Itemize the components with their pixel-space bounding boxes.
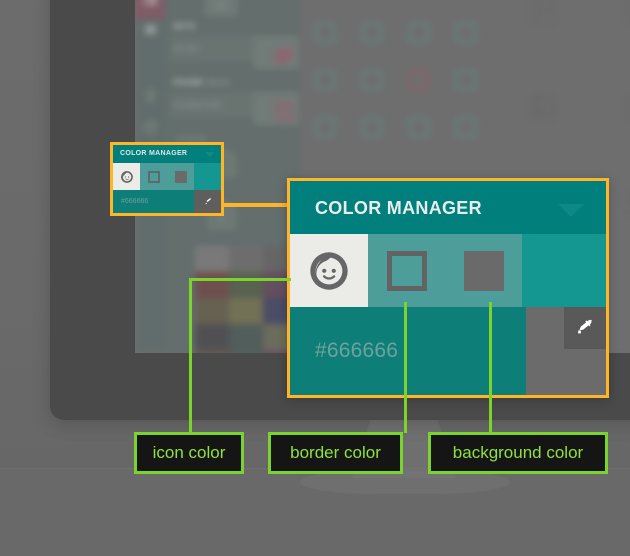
teal-grid-cell[interactable] xyxy=(442,56,489,103)
palette-swatch[interactable] xyxy=(195,324,229,350)
teal-grid-cell[interactable] xyxy=(348,9,395,56)
border-color-swatch[interactable] xyxy=(368,234,445,307)
square-filled-icon xyxy=(463,250,504,291)
teal-grid-cell[interactable] xyxy=(301,9,348,56)
teal-grid-cell-selected[interactable] xyxy=(395,56,442,103)
clock-icon xyxy=(142,120,159,135)
teal-grid-cell[interactable] xyxy=(442,103,489,150)
square-outline-icon xyxy=(386,250,427,291)
palette-swatch[interactable] xyxy=(229,350,263,353)
empty-swatch[interactable] xyxy=(522,234,606,307)
teal-grid-cell[interactable] xyxy=(301,103,348,150)
folder-search-icon xyxy=(142,0,159,7)
teal-shape-grid xyxy=(301,0,491,160)
teal-grid-cell[interactable] xyxy=(301,56,348,103)
mini-hex-value: #666666 xyxy=(121,198,149,205)
chevron-down-icon[interactable] xyxy=(558,204,584,217)
section-row-label: rounded bold xyxy=(174,100,221,109)
icon-color-line-vertical xyxy=(189,278,192,433)
color-manager-title: COLOR MANAGER xyxy=(315,198,482,218)
section-row-label: all sets xyxy=(174,44,199,53)
square-outline-icon xyxy=(147,170,160,183)
face-icon xyxy=(120,170,133,183)
hex-value-field[interactable]: #666666 xyxy=(315,339,398,363)
teal-grid-cell[interactable] xyxy=(395,103,442,150)
icon-tile[interactable] xyxy=(495,0,590,59)
teal-grid-cell[interactable] xyxy=(348,0,395,9)
teal-grid-cell[interactable] xyxy=(348,56,395,103)
panel-connector-line xyxy=(221,203,291,207)
eyedropper-icon xyxy=(205,197,211,204)
background-color-callout-label: background color xyxy=(452,443,584,462)
shield-preview: 64 xyxy=(205,0,237,16)
color-manager-header: COLOR MANAGER xyxy=(290,181,606,234)
icon-color-line-horizontal xyxy=(189,278,291,281)
color-manager-panel[interactable]: COLOR MANAGER #666666 xyxy=(287,178,609,398)
scene-stage: 100 1.06 0.04 2.00 64 SETS all sets FR xyxy=(0,0,630,556)
palette-swatch[interactable] xyxy=(229,246,263,272)
frame-label-sub: (Beta) xyxy=(206,78,231,87)
mini-panel-footer: #666666 xyxy=(113,190,221,213)
eyedropper-button[interactable] xyxy=(564,307,606,349)
teal-grid-cell[interactable] xyxy=(395,9,442,56)
border-color-callout: border color xyxy=(268,432,403,474)
mini-swatch-row xyxy=(113,163,221,190)
chevron-down-icon[interactable] xyxy=(205,152,215,157)
section-label-frame: FRAME (Beta) xyxy=(173,78,230,87)
palette-swatch[interactable] xyxy=(195,350,229,353)
face-icon xyxy=(310,251,348,290)
lightbulb-icon xyxy=(142,88,159,103)
icon-color-callout-label: icon color xyxy=(152,443,226,462)
eyedropper-icon xyxy=(577,319,593,334)
sets-thumbnail xyxy=(253,36,299,69)
section-label-sets: SETS xyxy=(173,22,196,31)
archive-box-icon xyxy=(142,22,159,37)
mini-background-color-swatch[interactable] xyxy=(167,163,194,190)
icon-tile[interactable] xyxy=(590,0,630,59)
teal-grid-cell[interactable] xyxy=(442,9,489,56)
color-manager-footer: #666666 xyxy=(290,307,606,395)
background-color-line-vertical xyxy=(489,302,492,433)
frame-thumbnail xyxy=(253,92,299,125)
mini-panel-title: COLOR MANAGER xyxy=(120,150,188,157)
square-filled-icon xyxy=(174,170,187,183)
mini-border-color-swatch[interactable] xyxy=(140,163,167,190)
mini-eyedropper-button[interactable] xyxy=(194,190,221,213)
mini-color-manager-panel[interactable]: COLOR MANAGER #666666 xyxy=(110,142,224,216)
teal-grid-cell[interactable] xyxy=(395,0,442,9)
icon-color-callout: icon color xyxy=(134,432,244,474)
frame-label-text: FRAME xyxy=(173,78,204,87)
background-color-swatch[interactable] xyxy=(445,234,522,307)
palette-swatch[interactable] xyxy=(195,246,229,272)
border-color-line-vertical xyxy=(404,302,407,433)
mini-icon-color-swatch[interactable] xyxy=(113,163,140,190)
icon-color-swatch[interactable] xyxy=(290,234,368,307)
teal-grid-cell[interactable] xyxy=(301,0,348,9)
icon-tile[interactable] xyxy=(495,59,590,154)
background-color-callout: background color xyxy=(428,432,608,474)
mini-panel-header: COLOR MANAGER xyxy=(113,145,221,163)
border-color-callout-label: border color xyxy=(290,443,381,462)
icon-tile[interactable] xyxy=(590,59,630,154)
teal-grid-cell[interactable] xyxy=(348,103,395,150)
palette-swatch[interactable] xyxy=(195,272,229,298)
mini-empty-swatch[interactable] xyxy=(194,163,221,190)
palette-swatch[interactable] xyxy=(229,298,263,324)
teal-grid-cell[interactable] xyxy=(442,0,489,9)
palette-swatch[interactable] xyxy=(195,298,229,324)
color-manager-swatch-row xyxy=(290,234,606,307)
palette-swatch[interactable] xyxy=(229,324,263,350)
palette-swatch[interactable] xyxy=(229,272,263,298)
